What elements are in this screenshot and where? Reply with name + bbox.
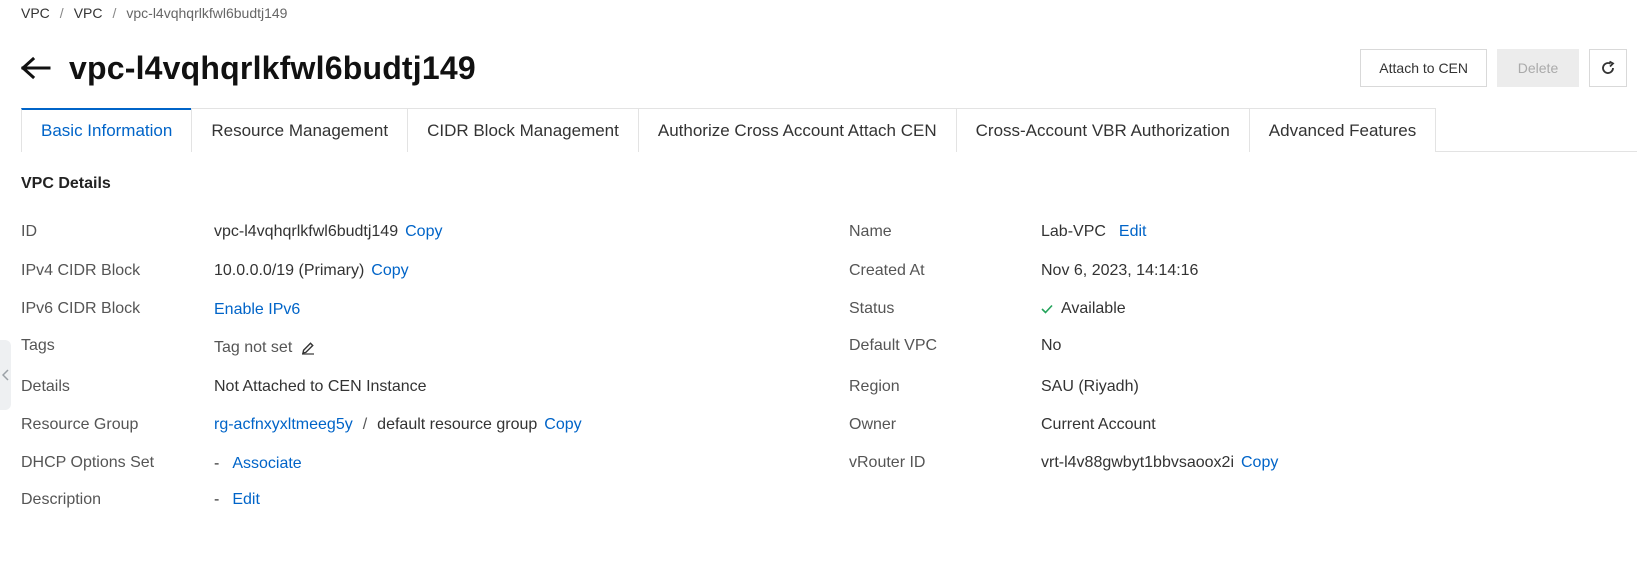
description-value: - [214,491,220,508]
description-label: Description [21,491,102,508]
id-label: ID [21,223,37,240]
owner-value: Current Account [1041,416,1156,433]
arrow-left-icon[interactable] [21,52,53,84]
vrouter-id-value-group: vrt-l4v88gwbyt1bbvsaoox2i Copy [1041,454,1278,472]
description-value-group: - Edit [214,491,260,509]
status-value: Available [1061,300,1126,317]
refresh-button[interactable] [1589,49,1627,87]
id-value-group: vpc-l4vqhqrlkfwl6budtj149 Copy [214,223,442,241]
ipv4-label: IPv4 CIDR Block [21,262,141,279]
ipv6-value-group: Enable IPv6 [214,301,300,319]
vrouter-id-value: vrt-l4v88gwbyt1bbvsaoox2i [1041,454,1234,471]
name-value-group: Lab-VPC Edit [1041,223,1147,241]
status-label: Status [849,300,895,317]
tags-value: Tag not set [214,339,293,356]
edit-description-link[interactable]: Edit [232,491,260,509]
owner-label: Owner [849,416,897,433]
tab-advanced-features[interactable]: Advanced Features [1248,108,1437,152]
tab-authorize-cross-account-attach-cen[interactable]: Authorize Cross Account Attach CEN [637,108,956,152]
copy-resource-group-link[interactable]: Copy [544,416,581,434]
attach-to-cen-button[interactable]: Attach to CEN [1360,49,1487,87]
header-actions: Attach to CEN Delete [1360,49,1627,87]
breadcrumb-separator: / [112,5,117,21]
details-value: Not Attached to CEN Instance [214,378,427,395]
page-header: vpc-l4vqhqrlkfwl6budtj149 [21,44,476,92]
tags-label: Tags [21,337,55,354]
enable-ipv6-link[interactable]: Enable IPv6 [214,301,300,319]
resource-group-value-group: rg-acfnxyxltmeeg5y / default resource gr… [214,416,582,434]
ipv6-label: IPv6 CIDR Block [21,300,141,317]
resource-group-id-link[interactable]: rg-acfnxyxltmeeg5y [214,416,353,434]
sidebar-collapse-handle[interactable] [0,340,11,410]
dhcp-options-label: DHCP Options Set [21,454,155,471]
region-value: SAU (Riyadh) [1041,378,1139,395]
name-value: Lab-VPC [1041,223,1106,240]
id-value: vpc-l4vqhqrlkfwl6budtj149 [214,223,399,240]
ipv4-value: 10.0.0.0/19 (Primary) [214,262,365,279]
check-icon [1041,304,1053,314]
created-at-value: Nov 6, 2023, 14:14:16 [1041,262,1199,279]
edit-tags-pencil-icon[interactable] [301,341,315,355]
refresh-icon [1600,60,1616,76]
tab-cross-account-vbr-authorization[interactable]: Cross-Account VBR Authorization [955,108,1249,152]
resource-group-label: Resource Group [21,416,139,433]
page-title: vpc-l4vqhqrlkfwl6budtj149 [69,49,476,86]
dhcp-value: - [214,455,220,472]
tab-cidr-block-management[interactable]: CIDR Block Management [407,108,638,152]
delete-button[interactable]: Delete [1497,49,1579,87]
copy-vrouter-id-link[interactable]: Copy [1241,454,1278,472]
tab-resource-management[interactable]: Resource Management [191,108,408,152]
breadcrumb-separator: / [59,5,64,21]
breadcrumb-item-vpc-list[interactable]: VPC [74,5,103,21]
section-title: VPC Details [21,175,111,192]
resource-group-name: default resource group [377,416,538,433]
vrouter-id-label: vRouter ID [849,454,926,471]
ipv4-value-group: 10.0.0.0/19 (Primary) Copy [214,262,409,280]
region-label: Region [849,378,900,395]
default-vpc-label: Default VPC [849,337,938,354]
tags-value-group: Tag not set [214,339,315,357]
status-value-group: Available [1041,300,1126,318]
resource-group-separator: / [362,416,368,433]
copy-id-link[interactable]: Copy [405,223,442,241]
tab-bar: Basic Information Resource Management CI… [21,108,1637,153]
details-label: Details [21,378,70,395]
default-vpc-value: No [1041,337,1062,354]
edit-name-link[interactable]: Edit [1119,223,1147,241]
breadcrumb-item-vpc-root[interactable]: VPC [21,5,50,21]
breadcrumb: VPC / VPC / vpc-l4vqhqrlkfwl6budtj149 [21,5,287,21]
copy-ipv4-link[interactable]: Copy [371,262,408,280]
created-at-label: Created At [849,262,925,279]
associate-dhcp-link[interactable]: Associate [232,455,301,473]
dhcp-value-group: - Associate [214,455,302,473]
chevron-left-icon [2,369,9,381]
tab-basic-information[interactable]: Basic Information [21,108,192,153]
name-label: Name [849,223,892,240]
breadcrumb-item-current: vpc-l4vqhqrlkfwl6budtj149 [126,5,288,21]
